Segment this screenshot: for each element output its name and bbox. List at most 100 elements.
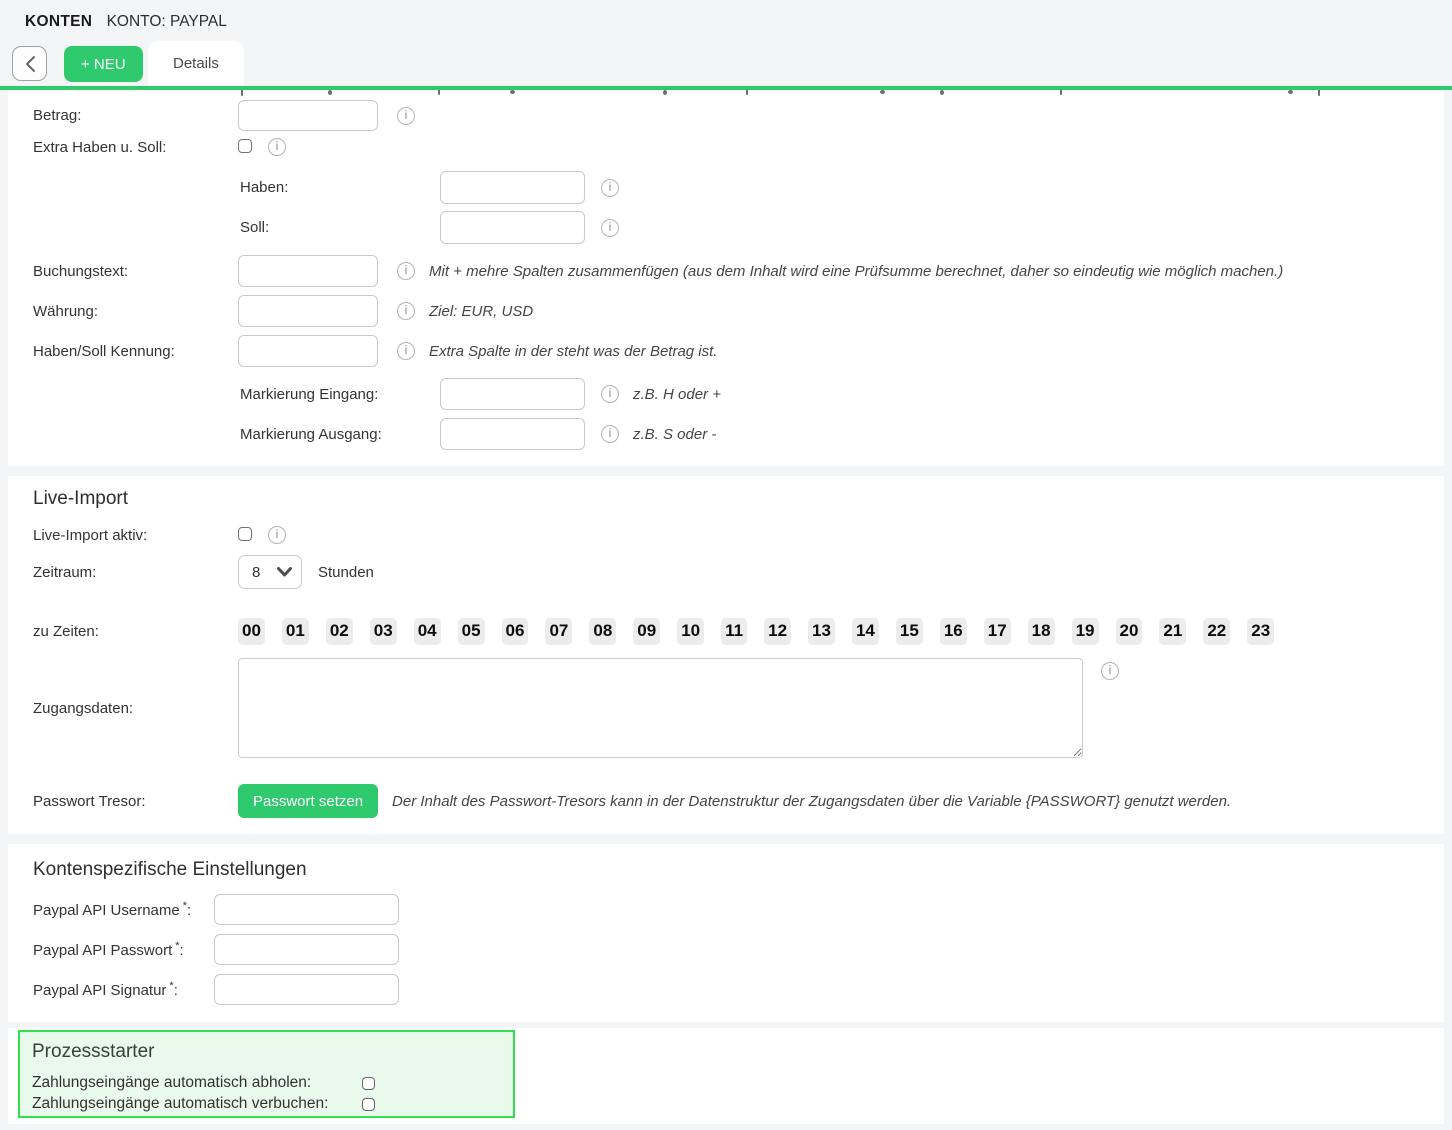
extra-haben-soll-row: Extra Haben u. Soll: <box>33 138 1444 156</box>
zu-zeiten-label: zu Zeiten: <box>33 623 238 640</box>
hour-chip[interactable]: 01 <box>282 618 309 645</box>
abholen-row: Zahlungseingänge automatisch abholen: <box>32 1074 501 1092</box>
info-icon[interactable] <box>397 342 415 360</box>
api-passwort-row: Paypal API Passwort*: <box>33 934 1444 965</box>
live-import-title: Live-Import <box>33 489 1444 509</box>
buchungstext-row: Buchungstext: Mit + mehre Spalten zusamm… <box>33 255 1444 287</box>
hour-chip[interactable]: 22 <box>1203 618 1230 645</box>
live-import-aktiv-label: Live-Import aktiv: <box>33 527 238 544</box>
zeitraum-unit: Stunden <box>318 564 374 581</box>
waehrung-hint: Ziel: EUR, USD <box>429 303 533 320</box>
api-username-input[interactable] <box>214 894 399 925</box>
markierung-ausgang-hint: z.B. S oder - <box>633 426 716 443</box>
waehrung-label: Währung: <box>33 303 238 320</box>
api-signatur-row: Paypal API Signatur*: <box>33 974 1444 1005</box>
breadcrumb: KONTEN KONTO: PAYPAL <box>25 13 227 31</box>
live-import-card: Live-Import Live-Import aktiv: Zeitraum:… <box>8 476 1444 834</box>
hour-chip[interactable]: 02 <box>326 618 353 645</box>
markierung-eingang-row: Markierung Eingang: z.B. H oder + <box>240 378 1444 410</box>
haben-soll-kennung-label: Haben/Soll Kennung: <box>33 343 238 360</box>
hour-chip[interactable]: 15 <box>896 618 923 645</box>
zugangsdaten-row: Zugangsdaten: <box>33 658 1444 758</box>
zeitraum-value: 8 <box>252 564 277 581</box>
passwort-setzen-button[interactable]: Passwort setzen <box>238 784 378 818</box>
soll-row: Soll: <box>240 211 1444 244</box>
info-icon[interactable] <box>268 526 286 544</box>
api-passwort-label: Paypal API Passwort*: <box>33 940 214 959</box>
betrag-row: Betrag: <box>33 100 1444 131</box>
hour-chip[interactable]: 06 <box>502 618 529 645</box>
hour-chip[interactable]: 23 <box>1247 618 1274 645</box>
page-header: KONTEN KONTO: PAYPAL + NEU Details <box>0 0 1452 86</box>
extra-haben-soll-checkbox[interactable] <box>238 139 252 153</box>
markierung-ausgang-row: Markierung Ausgang: z.B. S oder - <box>240 418 1444 450</box>
chevron-down-icon <box>277 567 292 577</box>
betrag-input[interactable] <box>238 100 378 131</box>
hour-chip[interactable]: 08 <box>589 618 616 645</box>
info-icon[interactable] <box>601 219 619 237</box>
tab-details[interactable]: Details <box>148 41 244 86</box>
hour-chip[interactable]: 16 <box>940 618 967 645</box>
hour-chip[interactable]: 17 <box>984 618 1011 645</box>
passwort-tresor-row: Passwort Tresor: Passwort setzen Der Inh… <box>33 784 1444 818</box>
hour-chip[interactable]: 04 <box>414 618 441 645</box>
info-icon[interactable] <box>397 262 415 280</box>
prozessstarter-title: Prozessstarter <box>32 1041 501 1063</box>
hour-chip[interactable]: 07 <box>545 618 572 645</box>
info-icon[interactable] <box>601 425 619 443</box>
info-icon[interactable] <box>601 385 619 403</box>
verbuchen-checkbox[interactable] <box>362 1098 375 1111</box>
chevron-left-icon <box>24 55 36 73</box>
verbuchen-row: Zahlungseingänge automatisch verbuchen: <box>32 1095 501 1113</box>
zugangsdaten-label: Zugangsdaten: <box>33 700 238 717</box>
haben-input[interactable] <box>440 171 585 204</box>
haben-soll-kennung-input[interactable] <box>238 335 378 367</box>
back-button[interactable] <box>12 46 47 81</box>
buchungstext-label: Buchungstext: <box>33 263 238 280</box>
import-mapping-card: Betrag: Extra Haben u. Soll: Haben: Soll… <box>8 90 1444 466</box>
hour-chip[interactable]: 05 <box>458 618 485 645</box>
markierung-ausgang-input[interactable] <box>440 418 585 450</box>
info-icon[interactable] <box>1101 662 1119 680</box>
hour-chip[interactable]: 12 <box>764 618 791 645</box>
info-icon[interactable] <box>268 138 286 156</box>
hour-chip[interactable]: 09 <box>633 618 660 645</box>
abholen-checkbox[interactable] <box>362 1077 375 1090</box>
api-username-row: Paypal API Username*: <box>33 894 1444 925</box>
info-icon[interactable] <box>601 179 619 197</box>
hour-chip[interactable]: 21 <box>1159 618 1186 645</box>
markierung-eingang-input[interactable] <box>440 378 585 410</box>
hour-chip[interactable]: 10 <box>677 618 704 645</box>
api-passwort-input[interactable] <box>214 934 399 965</box>
haben-row: Haben: <box>240 171 1444 204</box>
hour-chip[interactable]: 00 <box>238 618 265 645</box>
info-icon[interactable] <box>397 107 415 125</box>
api-signatur-label: Paypal API Signatur*: <box>33 980 214 999</box>
betrag-label: Betrag: <box>33 107 238 124</box>
info-icon[interactable] <box>397 302 415 320</box>
live-import-aktiv-checkbox[interactable] <box>238 527 252 541</box>
clipped-text-row <box>238 90 1444 98</box>
verbuchen-label: Zahlungseingänge automatisch verbuchen: <box>32 1095 362 1113</box>
hour-chip[interactable]: 14 <box>852 618 879 645</box>
buchungstext-hint: Mit + mehre Spalten zusammenfügen (aus d… <box>429 263 1283 280</box>
account-settings-card: Kontenspezifische Einstellungen Paypal A… <box>8 844 1444 1022</box>
hour-chip[interactable]: 19 <box>1072 618 1099 645</box>
buchungstext-input[interactable] <box>238 255 378 287</box>
waehrung-input[interactable] <box>238 295 378 327</box>
hour-chip[interactable]: 20 <box>1116 618 1143 645</box>
zeitraum-select[interactable]: 8 <box>238 555 302 589</box>
zugangsdaten-textarea[interactable] <box>238 658 1083 758</box>
new-button[interactable]: + NEU <box>64 46 143 82</box>
passwort-tresor-label: Passwort Tresor: <box>33 793 238 810</box>
api-signatur-input[interactable] <box>214 974 399 1005</box>
haben-soll-kennung-row: Haben/Soll Kennung: Extra Spalte in der … <box>33 335 1444 367</box>
hour-chip[interactable]: 03 <box>370 618 397 645</box>
soll-label: Soll: <box>240 219 440 236</box>
hour-chip[interactable]: 11 <box>721 618 747 645</box>
hour-chip[interactable]: 13 <box>808 618 835 645</box>
account-settings-title: Kontenspezifische Einstellungen <box>33 860 1444 880</box>
hour-chip[interactable]: 18 <box>1028 618 1055 645</box>
hours-row: 00 01 02 03 04 05 06 07 08 09 10 11 12 13 14 15 16 17 18 19… <box>238 618 1274 645</box>
soll-input[interactable] <box>440 211 585 244</box>
